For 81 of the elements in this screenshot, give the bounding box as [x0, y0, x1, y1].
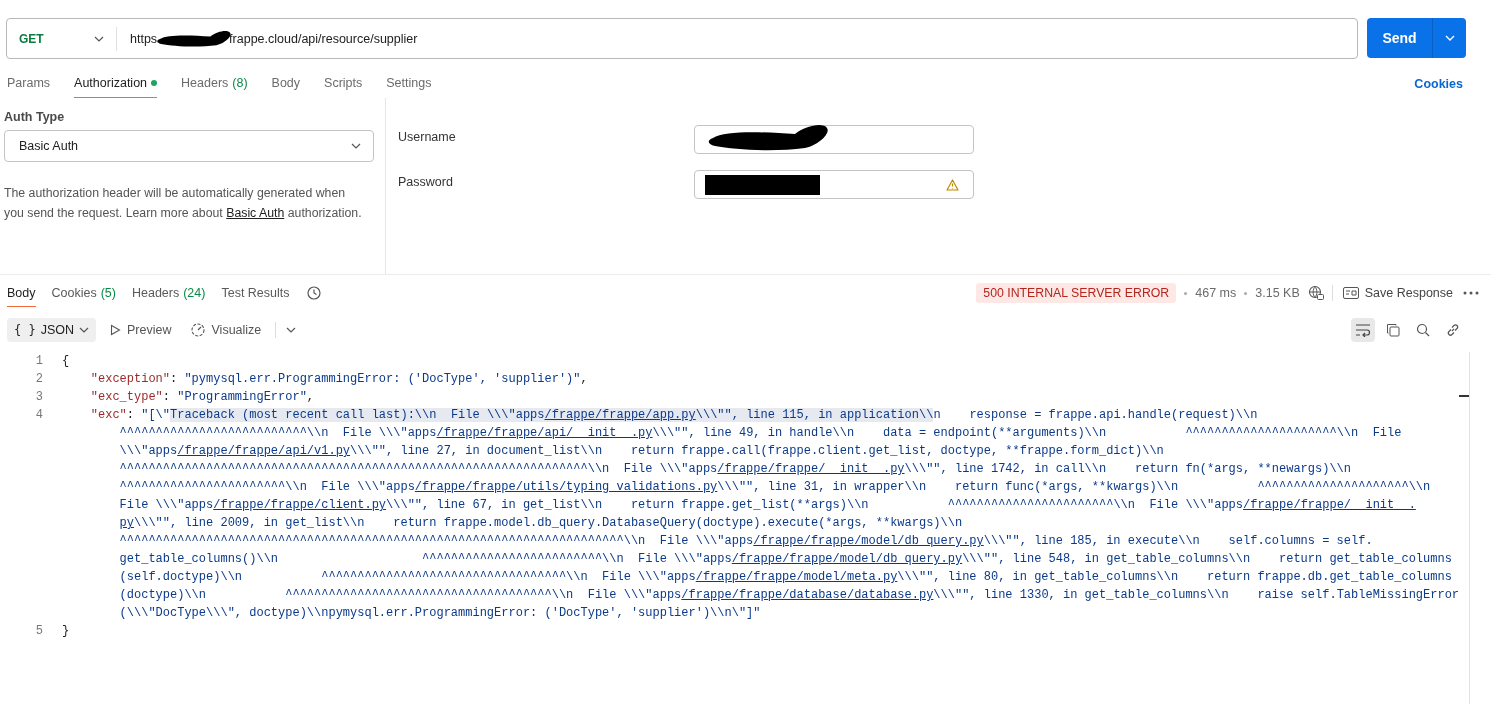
code-line: (\\\"DocType\\\", doctype)\\npymysql.err.ProgrammingError: ('DocType', 'supplier')\\n\"]" [118, 605, 762, 622]
tab[interactable]: Cookies (5) [51, 279, 116, 307]
auth-type-label: Auth Type [4, 110, 66, 124]
basic-auth-link[interactable]: Basic Auth [226, 206, 285, 220]
code-line: "exc": "[\"Traceback (most recent call last):\\n File \\\"apps/frappe/frappe/app.py\\\"", line 115, in application\\n response = frappe.api.handle(request)\\n [89, 407, 1259, 424]
save-response-button[interactable]: Save Response [1340, 284, 1455, 302]
code-link[interactable]: /frappe/frappe/model/meta.py [695, 570, 898, 584]
code-link[interactable]: /frappe/frappe/model/db_query.py [753, 534, 984, 548]
code-line: "exc_type": "ProgrammingError", [89, 389, 315, 406]
format-dropdown[interactable]: { } JSON [7, 318, 97, 342]
chevron-down-icon [1444, 35, 1455, 41]
code-link[interactable]: /frappe/frappe/api/v1.py [177, 444, 351, 458]
tab[interactable]: Params [7, 69, 51, 98]
tab[interactable]: Scripts [324, 69, 363, 98]
method-dropdown[interactable]: GET [7, 26, 117, 51]
chevron-down-icon [79, 327, 90, 333]
response-size: 3.15 KB [1255, 286, 1300, 300]
code-line: ^^^^^^^^^^^^^^^^^^^^^^^\\n File \\\"apps/frappe/frappe/utils/typing_validations.py\\\"", line 31, in wrapper\\n return func(*args, **kwargs)\\n ^^^^^^^^^^^^^^^^^^^^^\\n [118, 479, 1432, 496]
line-number: 3 [34, 389, 43, 406]
gauge-icon [189, 322, 206, 338]
code-line: ^^^^^^^^^^^^^^^^^^^^^^^^^^^^^^^^^^^^^^^^^^^^^^^^^^^^^^^^^^^^^^^^^^^^^^\\n File \\\"apps/frappe/frappe/model/db_query.py\\\"", line 185, in execute\\n self.columns = self. [118, 533, 1374, 550]
code-link[interactable]: /frappe/frappe/__init__. [1243, 498, 1416, 512]
wrap-icon [1355, 323, 1371, 337]
more-icon[interactable] [1463, 291, 1479, 295]
code-link[interactable]: /frappe/frappe/model/db_query.py [731, 552, 963, 566]
preview-button[interactable]: Preview [106, 323, 176, 337]
tab[interactable]: Test Results [221, 279, 290, 307]
url-text: frappe.cloud/api/resource/supplier [229, 31, 418, 46]
code-line: "exception": "pymysql.err.ProgrammingError: ('DocType', 'supplier')", [89, 371, 588, 388]
tab[interactable]: Authorization [74, 69, 158, 98]
code-line: (self.doctype)\\n ^^^^^^^^^^^^^^^^^^^^^^^^^^^^^^^^^^\\n File \\\"apps/frappe/frappe/model/meta.py\\\"", line 80, in get_table_columns\\n return frappe.db.get_table_columns [118, 569, 1453, 586]
code-line: \\\"apps/frappe/frappe/api/v1.py\\\"", line 27, in document_list\\n return frappe.call(frappe.client.get_list, doctype, **frappe.form_dict)\\n [118, 443, 1165, 460]
visualize-button[interactable]: Visualize [185, 322, 266, 338]
line-number: 4 [34, 407, 43, 424]
response-time: 467 ms [1195, 286, 1237, 300]
tab[interactable]: Settings [386, 69, 432, 98]
chevron-down-icon [94, 35, 104, 42]
code-link[interactable]: /frappe/frappe/app.py [544, 408, 696, 422]
line-number: 5 [34, 623, 43, 640]
url-bar[interactable]: GET https frappe.cloud/api/resource/supplier [6, 18, 1358, 59]
line-number: 2 [34, 371, 43, 388]
tab[interactable]: Body [7, 279, 36, 307]
code-line: File \\\"apps/frappe/frappe/client.py\\\"", line 67, in get_list\\n return frappe.get_list(**args)\\n ^^^^^^^^^^^^^^^^^^^^^^^\\n File \\\"apps/frappe/frappe/__init__. [118, 497, 1417, 514]
code-line: ^^^^^^^^^^^^^^^^^^^^^^^^^^\\n File \\\"apps/frappe/frappe/api/__init__.py\\\"", line 49, in handle\\n data = endpoint(**arguments)\\n ^^^^^^^^^^^^^^^^^^^^^\\n File [118, 425, 1403, 442]
code-line: ^^^^^^^^^^^^^^^^^^^^^^^^^^^^^^^^^^^^^^^^^^^^^^^^^^^^^^^^^^^^^^^^^\\n File \\\"apps/frappe/frappe/__init__.py\\\"", line 1742, in call\\n return fn(*args, **newargs)\\n [118, 461, 1353, 478]
auth-type-dropdown[interactable]: Basic Auth [4, 130, 374, 162]
auth-description: The authorization header will be automatically generated when you send the request. Learn more about Basic Auth authorization. [4, 185, 363, 222]
chevron-down-icon [351, 143, 361, 149]
copy-icon [1386, 323, 1400, 337]
input-field[interactable] [694, 170, 974, 199]
save-icon [1342, 287, 1359, 299]
history-icon[interactable] [305, 285, 322, 301]
tab[interactable]: Headers (8) [181, 69, 248, 98]
field-label: Username [398, 129, 457, 146]
tab[interactable]: Body [271, 69, 301, 98]
braces-icon: { } [14, 323, 36, 337]
link-icon [1446, 323, 1460, 337]
wrap-lines-button[interactable] [1351, 318, 1375, 342]
tab[interactable]: Headers (24) [131, 279, 206, 307]
code-link[interactable]: /frappe/frappe/__init__.py [717, 462, 905, 476]
globe-icon[interactable] [1307, 285, 1324, 301]
code-link[interactable]: /frappe/frappe/database/database.py [681, 588, 934, 602]
code-link[interactable]: py [119, 516, 134, 530]
chevron-down-icon [286, 327, 297, 333]
code-link[interactable]: /frappe/frappe/utils/typing_validations.py [414, 480, 718, 494]
code-link[interactable]: /frappe/frappe/client.py [213, 498, 387, 512]
code-line: { [62, 353, 70, 370]
input-field[interactable] [694, 125, 974, 154]
url-text: https [130, 31, 158, 46]
cookies-link[interactable]: Cookies [1414, 76, 1463, 91]
search-icon [1416, 323, 1430, 337]
line-number: 1 [34, 353, 43, 370]
code-line: (doctype)\\n ^^^^^^^^^^^^^^^^^^^^^^^^^^^^^^^^^^^^^\\n File \\\"apps/frappe/frappe/database/database.py\\\"", line 1330, in get_table_columns\\n raise self.TableMissingError [118, 587, 1460, 604]
scrollbar[interactable] [1459, 352, 1471, 704]
code-line: get_table_columns()\\n ^^^^^^^^^^^^^^^^^^^^^^^^^\\n File \\\"apps/frappe/frappe/model/db_query.py\\\"", line 548, in get_table_columns\\n return get_table_columns [118, 551, 1453, 568]
code-link[interactable]: /frappe/frappe/api/__init__.py [436, 426, 653, 440]
play-icon [110, 324, 122, 336]
code-line: py\\\"", line 2009, in get_list\\n return frappe.model.db_query.DatabaseQuery(doctype).execute(*args, **kwargs)\\n [118, 515, 964, 532]
code-line: } [62, 623, 70, 640]
status-badge: 500 INTERNAL SERVER ERROR [976, 283, 1177, 303]
field-label: Password [398, 174, 454, 191]
